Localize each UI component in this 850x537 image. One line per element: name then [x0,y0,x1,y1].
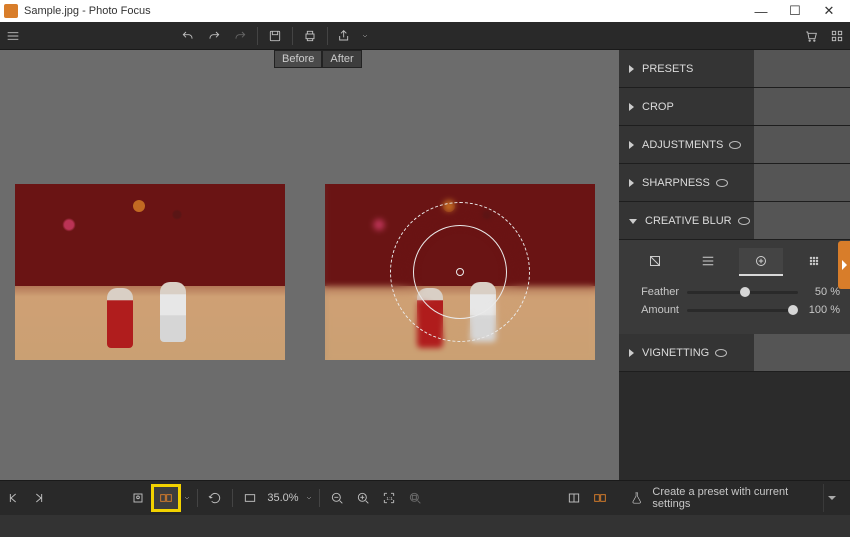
app-icon [4,4,18,18]
flask-icon [629,490,644,506]
panel-adjustments-label: ADJUSTMENTS [642,139,723,151]
print-button[interactable] [297,23,323,49]
visibility-icon[interactable] [715,349,727,357]
feather-slider[interactable]: Feather 50 % [629,286,840,298]
create-preset-button[interactable]: Create a preset with current settings [652,486,822,510]
grid-view-button[interactable] [824,23,850,49]
blur-mode-radial[interactable] [739,248,783,276]
blur-center-handle[interactable] [456,268,464,276]
before-after-tabs: Before After [274,50,362,68]
panel-crop[interactable]: CROP [619,88,850,126]
panel-presets-label: PRESETS [642,63,693,75]
split-view-button[interactable] [151,484,181,512]
visibility-icon[interactable] [738,217,750,225]
next-image-button[interactable] [26,484,52,512]
panel-adjustments[interactable]: ADJUSTMENTS [619,126,850,164]
close-button[interactable]: ✕ [812,0,846,22]
minimize-button[interactable]: — [744,0,778,22]
title-bar: Sample.jpg - Photo Focus — ☐ ✕ [0,0,850,22]
first-image-button[interactable] [0,484,26,512]
navigator-button[interactable] [402,484,428,512]
cart-button[interactable] [798,23,824,49]
feather-thumb[interactable] [740,287,750,297]
blur-mode-linear[interactable] [686,248,730,276]
preset-dropdown[interactable] [823,484,840,512]
feather-value: 50 % [806,286,840,298]
panel-creative-blur[interactable]: CREATIVE BLUR [619,202,850,240]
visibility-icon[interactable] [716,179,728,187]
preset-bar: Create a preset with current settings [619,480,850,515]
amount-value: 100 % [806,304,840,316]
zoom-level: 35.0% [267,492,298,504]
svg-text:1:1: 1:1 [386,496,393,501]
zoom-in-button[interactable] [350,484,376,512]
panel-sharpness[interactable]: SHARPNESS [619,164,850,202]
share-button[interactable] [332,23,358,49]
amount-slider[interactable]: Amount 100 % [629,304,840,316]
blur-mode-grid[interactable] [792,248,836,276]
panel-presets[interactable]: PRESETS [619,50,850,88]
save-button[interactable] [262,23,288,49]
amount-label: Amount [629,304,679,316]
after-tab[interactable]: After [322,50,361,68]
panel-vignetting[interactable]: VIGNETTING [619,334,850,372]
compare-split-button[interactable] [587,484,613,512]
sidepanel-collapse-button[interactable] [838,241,850,289]
compare-original-button[interactable] [561,484,587,512]
rotate-button[interactable] [202,484,228,512]
panel-creative-blur-label: CREATIVE BLUR [645,215,732,227]
zoom-out-button[interactable] [324,484,350,512]
creative-blur-body: Feather 50 % Amount 100 % [619,240,850,334]
zoom-dropdown[interactable] [303,484,315,512]
maximize-button[interactable]: ☐ [778,0,812,22]
amount-thumb[interactable] [788,305,798,315]
after-image[interactable] [325,184,595,360]
feather-label: Feather [629,286,679,298]
fit-screen-button[interactable] [237,484,263,512]
panel-sharpness-label: SHARPNESS [642,177,710,189]
menu-button[interactable] [0,23,26,49]
blur-mode-none[interactable] [633,248,677,276]
undo-button[interactable] [175,23,201,49]
before-tab[interactable]: Before [274,50,322,68]
panel-crop-label: CROP [642,101,674,113]
bottom-toolbar: 35.0% 1:1 [0,480,619,515]
panel-vignetting-label: VIGNETTING [642,347,709,359]
actual-size-button[interactable]: 1:1 [376,484,402,512]
redo-button[interactable] [201,23,227,49]
side-panel: PRESETS CROP ADJUSTMENTS SHARPNESS CREAT… [619,50,850,480]
history-forward-button[interactable] [227,23,253,49]
window-title: Sample.jpg - Photo Focus [24,5,151,17]
before-image[interactable] [15,184,285,360]
canvas-area[interactable]: Before After [0,50,619,480]
visibility-icon[interactable] [729,141,741,149]
top-toolbar [0,22,850,50]
share-dropdown[interactable] [358,23,372,49]
split-view-dropdown[interactable] [181,484,193,512]
single-view-button[interactable] [125,484,151,512]
